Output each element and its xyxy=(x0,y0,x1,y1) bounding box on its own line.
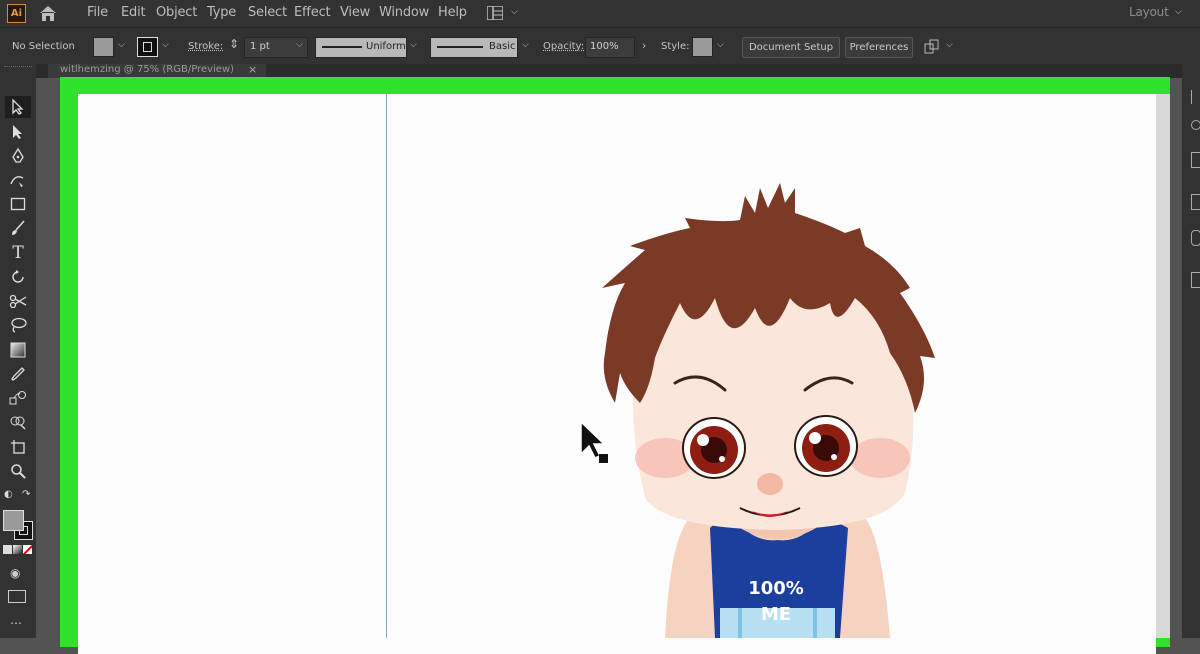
chevron-down-icon[interactable]: ⌵ xyxy=(118,40,125,50)
selection-tool-icon[interactable] xyxy=(5,96,31,118)
menu-object[interactable]: Object xyxy=(156,5,197,20)
swap-fill-stroke-icon[interactable]: ↷ xyxy=(22,489,34,501)
blend-tool-icon[interactable] xyxy=(5,387,31,409)
baby-character-artwork[interactable]: 100% ME xyxy=(590,178,950,638)
fill-color-icon[interactable] xyxy=(3,510,24,531)
panel-icon[interactable] xyxy=(1191,272,1200,288)
shape-builder-tool-icon[interactable] xyxy=(5,411,31,433)
menu-bar: Ai File Edit Object Type Select Effect V… xyxy=(0,0,1200,27)
menu-file[interactable]: File xyxy=(87,5,108,20)
arrow-cursor-icon xyxy=(580,420,608,463)
app-logo: Ai xyxy=(7,4,26,23)
stroke-label[interactable]: Stroke: xyxy=(188,41,223,52)
shirt-text: ME xyxy=(761,604,791,625)
graphic-style-swatch[interactable] xyxy=(692,37,713,57)
chevron-down-icon[interactable]: ⌵ xyxy=(511,7,518,17)
menu-view[interactable]: View xyxy=(340,5,370,20)
rectangle-tool-icon[interactable] xyxy=(5,193,31,215)
document-tab-title: witlhemzing @ 75% (RGB/Preview) xyxy=(60,64,235,75)
style-label: Style: xyxy=(661,41,690,52)
document-setup-button[interactable]: Document Setup xyxy=(742,37,840,58)
scissors-tool-icon[interactable] xyxy=(5,290,31,312)
menu-select[interactable]: Select xyxy=(248,5,287,20)
menu-edit[interactable]: Edit xyxy=(121,5,146,20)
chevron-down-icon[interactable]: ⌵ xyxy=(946,40,953,50)
panel-icon[interactable] xyxy=(1191,230,1200,246)
control-bar: No Selection ⌵ ⌵ Stroke: ⇕ 1 pt ⌵ Uniform… xyxy=(0,27,1200,65)
chevron-down-icon[interactable]: ⌵ xyxy=(522,40,529,50)
shirt-text: 100% xyxy=(748,578,804,599)
home-icon[interactable] xyxy=(38,5,58,22)
stroke-swatch[interactable] xyxy=(137,37,158,57)
panel-icon[interactable] xyxy=(1191,152,1200,168)
chevron-down-icon[interactable]: ⌵ xyxy=(410,40,417,50)
rotate-tool-icon[interactable] xyxy=(5,266,31,288)
menu-help[interactable]: Help xyxy=(438,5,467,20)
stroke-weight-field[interactable]: 1 pt ⌵ xyxy=(244,37,308,58)
workspace-grid-icon[interactable] xyxy=(487,6,503,20)
pasteboard-edge xyxy=(1156,94,1170,638)
direct-selection-tool-icon[interactable] xyxy=(5,121,31,143)
document-tab-strip: witlhemzing @ 75% (RGB/Preview) × xyxy=(36,63,1182,78)
gradient-tool-icon[interactable] xyxy=(5,339,31,361)
opacity-label[interactable]: Opacity: xyxy=(543,41,584,52)
eyedropper-tool-icon[interactable] xyxy=(5,363,31,385)
chevron-down-icon[interactable]: ⌵ xyxy=(162,40,169,50)
panel-icon[interactable] xyxy=(1191,90,1200,104)
brush-definition[interactable]: Basic xyxy=(430,37,518,58)
chevron-down-icon[interactable]: ⌵ xyxy=(717,40,724,50)
screen-mode-icon[interactable] xyxy=(8,590,26,603)
pen-tool-icon[interactable] xyxy=(5,145,31,167)
zoom-tool-icon[interactable] xyxy=(5,460,31,482)
chevron-down-icon[interactable]: ⌵ xyxy=(1175,7,1182,17)
arrange-documents-icon[interactable] xyxy=(924,39,940,55)
default-fill-stroke-icon[interactable]: ◐ xyxy=(4,489,16,501)
panel-icon[interactable] xyxy=(1191,194,1200,210)
gradient-mode-icon[interactable] xyxy=(13,545,22,554)
preferences-button[interactable]: Preferences xyxy=(845,37,913,58)
lasso-tool-icon[interactable] xyxy=(5,314,31,336)
panel-grip[interactable] xyxy=(4,66,32,69)
document-tab[interactable]: witlhemzing @ 75% (RGB/Preview) xyxy=(48,64,266,78)
stroke-stepper-icon[interactable]: ⇕ xyxy=(229,37,239,51)
artboard-tool-icon[interactable] xyxy=(5,436,31,458)
menu-effect[interactable]: Effect xyxy=(294,5,331,20)
paintbrush-tool-icon[interactable] xyxy=(5,217,31,239)
workspace-switcher[interactable]: Layout xyxy=(1129,5,1169,19)
drawing-modes-icon[interactable]: ◉ xyxy=(10,566,20,580)
vertical-guide[interactable] xyxy=(386,94,387,638)
panel-icon[interactable] xyxy=(1191,120,1200,130)
none-mode-icon[interactable] xyxy=(23,545,32,554)
color-mode-icon[interactable] xyxy=(3,545,12,554)
tools-panel: T ◐ ↷ ◉ ⋯ xyxy=(0,64,36,638)
type-tool-icon[interactable]: T xyxy=(5,242,31,264)
edit-toolbar-icon[interactable]: ⋯ xyxy=(10,616,22,630)
menu-type[interactable]: Type xyxy=(207,5,236,20)
selection-status: No Selection xyxy=(12,41,75,52)
curvature-tool-icon[interactable] xyxy=(5,169,31,191)
menu-window[interactable]: Window xyxy=(379,5,429,20)
right-panel-dock xyxy=(1182,64,1200,638)
opacity-field[interactable]: 100% xyxy=(585,37,635,58)
close-icon[interactable]: × xyxy=(248,63,257,76)
fill-swatch[interactable] xyxy=(93,37,114,57)
variable-width-profile[interactable]: Uniform xyxy=(315,37,407,58)
chevron-right-icon[interactable]: › xyxy=(642,39,646,52)
